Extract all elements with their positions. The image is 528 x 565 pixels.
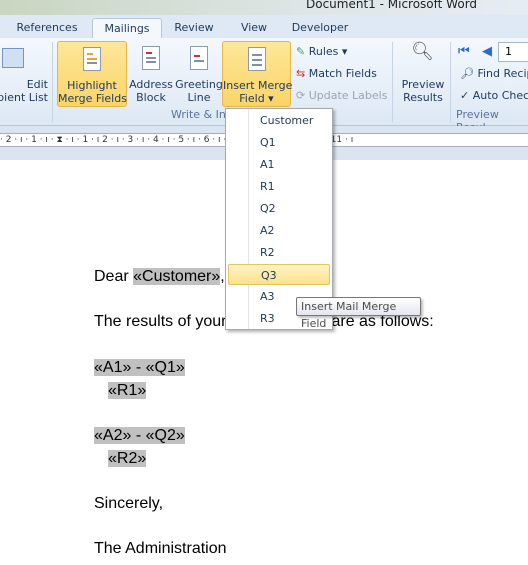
merge-field-icon xyxy=(247,47,266,71)
menu-item-r1[interactable]: R1 xyxy=(228,176,330,197)
highlight-merge-fields-button[interactable]: Highlight Merge Fields xyxy=(57,41,127,107)
merge-field-r1: «R1» xyxy=(108,382,147,399)
tab-developer[interactable]: Developer xyxy=(286,18,354,39)
menu-item-a1[interactable]: A1 xyxy=(228,154,330,175)
menu-item-q2[interactable]: Q2 xyxy=(228,198,330,219)
document-icon xyxy=(83,47,101,71)
result-line-1b: «R1» xyxy=(108,382,147,400)
insert-merge-field-button[interactable]: Insert Merge Field ▾ xyxy=(222,41,292,107)
tab-view[interactable]: View xyxy=(232,18,276,39)
auto-check-errors-button[interactable]: ✓ Auto Chec xyxy=(460,89,528,102)
address-block-icon xyxy=(142,46,160,70)
merge-field-q2: «Q2» xyxy=(145,427,185,444)
previous-record-icon[interactable]: ◀ xyxy=(482,44,492,59)
tooltip: Insert Mail Merge Field xyxy=(296,297,421,330)
window-title: Document1 - Microsoft Word xyxy=(306,0,478,11)
find-recipient-button[interactable]: 🔎︎ Find Recip xyxy=(460,67,528,80)
edit-recipient-list-button[interactable]: Edit ipient List xyxy=(0,40,48,110)
match-fields-icon: ⇆ xyxy=(296,67,306,80)
greeting-line-button[interactable]: Greeting Line xyxy=(175,41,223,107)
rules-icon: ✎ xyxy=(296,45,306,58)
recipient-list-icon xyxy=(2,48,24,68)
signature-paragraph: The Administration xyxy=(94,540,227,557)
match-fields-button[interactable]: ⇆ Match Fields xyxy=(296,67,377,80)
result-line-2: «A2» - «Q2» xyxy=(94,427,185,444)
group-label-write-insert: Write & In xyxy=(171,108,226,121)
merge-field-q1: «Q1» xyxy=(145,359,185,376)
merge-field-r2: «R2» xyxy=(108,450,147,467)
update-labels-icon: ⟳ xyxy=(296,89,306,102)
greeting-line-icon xyxy=(190,46,208,70)
record-number-input[interactable]: 1 xyxy=(498,42,528,62)
magnifier-icon: 🔍︎ xyxy=(411,41,434,62)
check-errors-icon: ✓ xyxy=(460,89,470,102)
menu-item-r2[interactable]: R2 xyxy=(228,242,330,263)
merge-field-customer: «Customer» xyxy=(133,268,221,285)
address-block-button[interactable]: Address Block xyxy=(129,41,173,107)
preview-results-button[interactable]: 🔍︎ Preview Results xyxy=(398,41,448,107)
menu-item-customer[interactable]: Customer xyxy=(228,110,330,131)
greeting-paragraph: Dear «Customer», xyxy=(94,268,225,285)
tab-mailings[interactable]: Mailings xyxy=(92,18,162,39)
tab-references[interactable]: References xyxy=(10,18,84,39)
find-recipient-icon: 🔎︎ xyxy=(460,67,474,80)
title-bar: Document1 - Microsoft Word xyxy=(0,0,528,15)
first-record-icon[interactable]: ⏮ xyxy=(458,44,470,59)
menu-item-a2[interactable]: A2 xyxy=(228,220,330,241)
ribbon-tabs: References Mailings Review View Develope… xyxy=(0,15,528,39)
result-line-2b: «R2» xyxy=(108,450,147,468)
menu-item-q3[interactable]: Q3 xyxy=(228,264,330,285)
rules-button[interactable]: ✎ Rules ▾ xyxy=(296,45,347,58)
tab-review[interactable]: Review xyxy=(168,18,220,39)
merge-field-a1: «A1» xyxy=(94,359,132,376)
menu-item-q1[interactable]: Q1 xyxy=(228,132,330,153)
update-labels-button: ⟳ Update Labels xyxy=(296,89,388,102)
merge-field-a2: «A2» xyxy=(94,427,132,444)
closing-paragraph: Sincerely, xyxy=(94,495,164,512)
result-line-1: «A1» - «Q1» xyxy=(94,359,185,376)
